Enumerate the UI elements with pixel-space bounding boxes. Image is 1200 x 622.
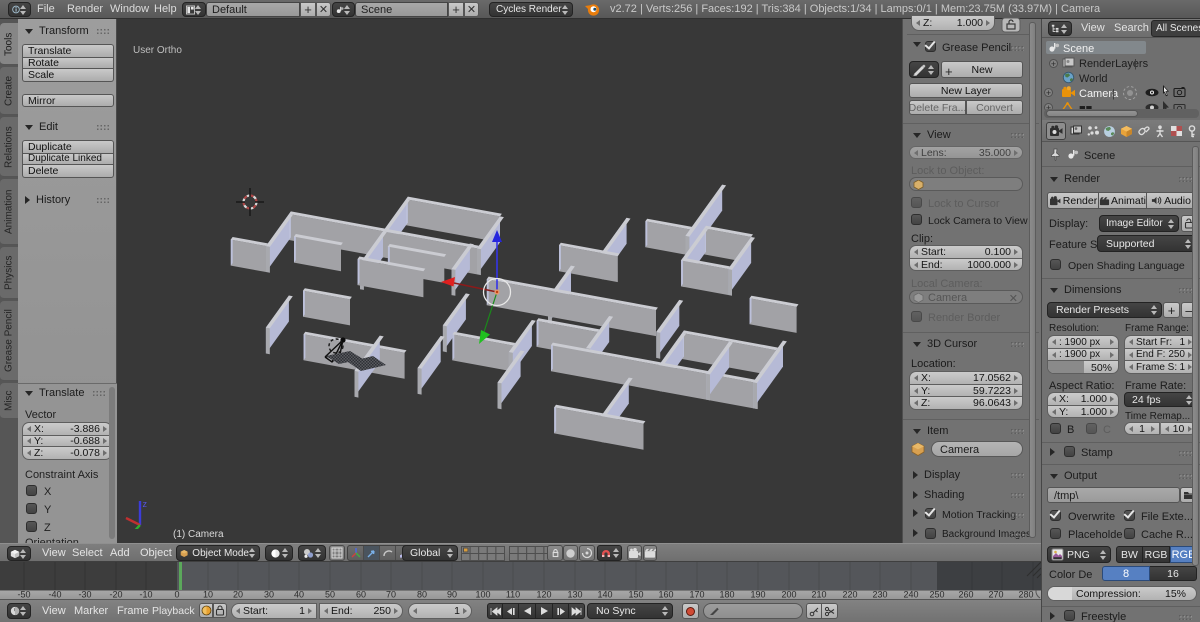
svg-text:120: 120 xyxy=(536,590,551,600)
svg-text:-20: -20 xyxy=(109,590,122,600)
svg-text:250: 250 xyxy=(929,590,944,600)
svg-text:220: 220 xyxy=(842,590,857,600)
svg-text:280: 280 xyxy=(1018,590,1033,600)
svg-text:270: 270 xyxy=(988,590,1003,600)
svg-text:140: 140 xyxy=(597,590,612,600)
svg-text:260: 260 xyxy=(958,590,973,600)
svg-text:40: 40 xyxy=(294,590,304,600)
svg-text:-40: -40 xyxy=(48,590,61,600)
svg-text:130: 130 xyxy=(567,590,582,600)
svg-text:-50: -50 xyxy=(17,590,30,600)
svg-text:70: 70 xyxy=(386,590,396,600)
svg-text:60: 60 xyxy=(356,590,366,600)
svg-text:-10: -10 xyxy=(139,590,152,600)
svg-text:50: 50 xyxy=(325,590,335,600)
svg-text:110: 110 xyxy=(506,590,520,600)
svg-text:z: z xyxy=(143,499,148,509)
svg-text:170: 170 xyxy=(689,590,704,600)
svg-text:80: 80 xyxy=(417,590,427,600)
svg-text:10: 10 xyxy=(203,590,213,600)
svg-text:-30: -30 xyxy=(78,590,91,600)
svg-text:200: 200 xyxy=(781,590,796,600)
svg-text:0: 0 xyxy=(174,590,179,600)
svg-text:100: 100 xyxy=(475,590,490,600)
svg-text:20: 20 xyxy=(233,590,243,600)
svg-text:180: 180 xyxy=(719,590,734,600)
svg-text:160: 160 xyxy=(658,590,673,600)
svg-text:240: 240 xyxy=(903,590,918,600)
svg-text:90: 90 xyxy=(447,590,457,600)
svg-text:230: 230 xyxy=(872,590,887,600)
svg-text:210: 210 xyxy=(811,590,826,600)
svg-text:190: 190 xyxy=(750,590,765,600)
svg-text:150: 150 xyxy=(628,590,643,600)
svg-text:30: 30 xyxy=(264,590,274,600)
